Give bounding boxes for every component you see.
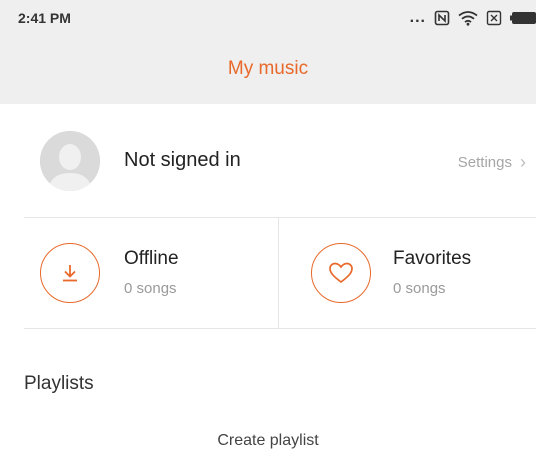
tiles-divider <box>24 328 536 329</box>
offline-tile[interactable]: Offline 0 songs <box>24 218 278 328</box>
settings-link[interactable]: Settings › <box>458 152 526 173</box>
page-title: My music <box>227 58 309 79</box>
status-bar: 2:41 PM ... <box>0 0 536 36</box>
battery-icon <box>510 11 536 25</box>
wifi-icon <box>458 10 478 26</box>
avatar-icon[interactable] <box>40 131 100 191</box>
create-playlist-button[interactable]: Create playlist <box>0 432 536 450</box>
sign-in-status[interactable]: Not signed in <box>124 149 241 172</box>
favorites-title: Favorites <box>393 248 472 269</box>
more-dots-icon: ... <box>409 9 426 26</box>
favorites-count: 0 songs <box>393 280 446 297</box>
favorites-tile[interactable]: Favorites 0 songs <box>279 218 536 328</box>
offline-title: Offline <box>124 248 179 269</box>
my-music-screen: 2:41 PM ... My music Not signed in Setti… <box>0 0 536 455</box>
download-icon <box>40 243 100 303</box>
playlists-heading: Playlists <box>24 373 94 394</box>
nfc-icon <box>434 10 450 26</box>
status-time: 2:41 PM <box>18 10 71 26</box>
profile-row[interactable]: Not signed in Settings › <box>24 105 536 217</box>
settings-label: Settings <box>457 154 512 171</box>
status-icons: ... <box>410 8 536 28</box>
chevron-right-icon: › <box>520 152 526 172</box>
sim-icon <box>486 10 502 26</box>
heart-icon <box>311 243 371 303</box>
offline-count: 0 songs <box>124 280 177 297</box>
